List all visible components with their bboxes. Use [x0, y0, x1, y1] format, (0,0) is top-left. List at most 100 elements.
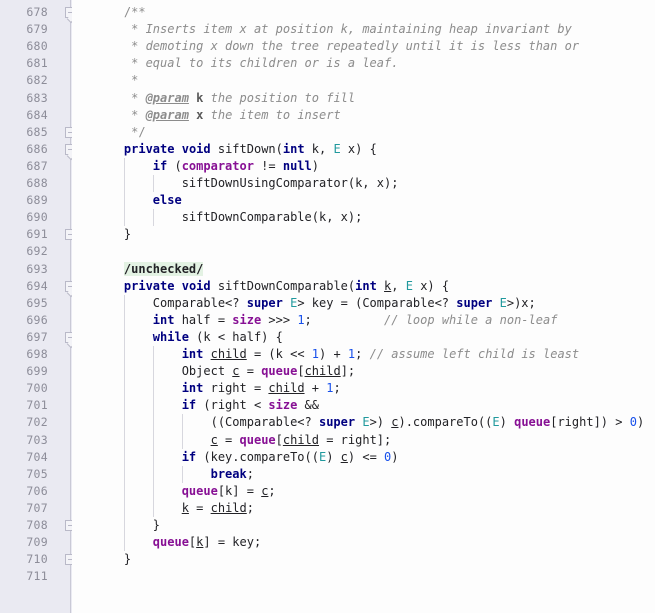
code-line-text[interactable]: k = child;	[95, 500, 254, 517]
token-kw: if	[181, 449, 197, 464]
code-line-text[interactable]: }	[95, 517, 160, 534]
code-line-text[interactable]: while (k < half) {	[95, 329, 283, 346]
token-cmt: // loop while a non-leaf	[384, 312, 558, 327]
code-line[interactable]: *	[72, 72, 655, 89]
token-plain: )	[499, 415, 515, 430]
line-number-gutter[interactable]: 678 679 680 681 682 683 684 685 686 687 688 689 690 6…	[0, 0, 76, 613]
code-editor[interactable]: 678 679 680 681 682 683 684 685 686 687 688 689 690 6…	[0, 0, 655, 613]
code-line[interactable]: break;	[72, 466, 655, 483]
token-cmtp: *	[131, 39, 146, 54]
token-plain: >)x;	[506, 295, 536, 310]
code-line[interactable]: queue[k] = c;	[72, 483, 655, 500]
code-line-text[interactable]: /**	[95, 4, 146, 21]
code-line-text[interactable]: * Inserts item x at position k, maintain…	[95, 21, 572, 38]
code-line[interactable]: int half = size >>> 1; // loop while a n…	[72, 312, 655, 329]
code-line[interactable]: private void siftDownComparable(int k, E…	[72, 278, 655, 295]
code-line-text[interactable]: }	[95, 551, 131, 568]
code-line-text[interactable]: else	[95, 192, 182, 209]
code-line-text[interactable]: int right = child + 1;	[95, 380, 341, 397]
token-type: E	[362, 415, 370, 430]
code-line-text[interactable]: if (right < size &&	[95, 397, 319, 414]
code-line-text[interactable]: }	[95, 226, 131, 243]
line-number: 701	[26, 398, 48, 413]
code-line-text[interactable]: int child = (k << 1) + 1; // assume left…	[95, 346, 579, 363]
token-kw: if	[181, 398, 197, 413]
code-content-area[interactable]: /** * Inserts item x at position k, main…	[72, 0, 655, 613]
code-line-text[interactable]: private void siftDown(int k, E x) {	[95, 141, 377, 158]
code-line-text[interactable]: queue[k] = key;	[95, 534, 261, 551]
code-line[interactable]: while (k < half) {	[72, 329, 655, 346]
line-number: 706	[26, 483, 48, 498]
code-line-text[interactable]: * @param x the item to insert	[95, 107, 341, 124]
token-local: c	[232, 364, 240, 379]
token-field: queue	[239, 432, 276, 447]
code-line-text[interactable]: if (comparator != null)	[95, 158, 319, 175]
token-cmtp: *	[131, 56, 146, 71]
line-number: 695	[26, 295, 48, 310]
line-number: 689	[26, 193, 48, 208]
code-line[interactable]: }	[72, 517, 655, 534]
code-line[interactable]: * Inserts item x at position k, maintain…	[72, 21, 655, 38]
code-line-text[interactable]: break;	[95, 466, 254, 483]
code-line[interactable]: k = child;	[72, 500, 655, 517]
code-line[interactable]: else	[72, 192, 655, 209]
code-line[interactable]: siftDownComparable(k, x);	[72, 209, 655, 226]
code-line[interactable]: if (right < size &&	[72, 397, 655, 414]
code-line[interactable]: private void siftDown(int k, E x) {	[72, 141, 655, 158]
code-line[interactable]: * demoting x down the tree repeatedly un…	[72, 38, 655, 55]
line-number: 704	[26, 449, 48, 464]
code-line[interactable]: */	[72, 124, 655, 141]
line-number: 709	[26, 535, 48, 550]
line-number: 687	[26, 158, 48, 173]
code-line-text[interactable]: * demoting x down the tree repeatedly un…	[95, 38, 579, 55]
code-line[interactable]: }	[72, 226, 655, 243]
token-cmtp: *	[131, 90, 146, 105]
token-anno: /unchecked/	[123, 261, 204, 276]
code-line[interactable]: int child = (k << 1) + 1; // assume left…	[72, 346, 655, 363]
code-line-text[interactable]: c = queue[child = right];	[95, 432, 392, 449]
code-line[interactable]: Comparable<? super E > key = (Comparable<…	[72, 295, 655, 312]
code-line-text[interactable]: queue[k] = c;	[95, 483, 276, 500]
code-line[interactable]: if (key.compareTo((E) c) <= 0)	[72, 449, 655, 466]
code-line[interactable]: * @param k the position to fill	[72, 90, 655, 107]
code-line[interactable]: /unchecked/	[72, 261, 655, 278]
code-line-text[interactable]: *	[95, 72, 138, 89]
code-line-text[interactable]: Object c = queue[child];	[95, 363, 355, 380]
token-kw: super	[456, 295, 493, 310]
token-plain: ];	[340, 364, 356, 379]
code-line-text[interactable]: siftDownComparable(k, x);	[95, 209, 363, 226]
code-line[interactable]: c = queue[child = right];	[72, 432, 655, 449]
code-line[interactable]: int right = child + 1;	[72, 380, 655, 397]
code-line[interactable]: siftDownUsingComparator(k, x);	[72, 175, 655, 192]
code-line[interactable]: }	[72, 551, 655, 568]
code-line[interactable]: ((Comparable<? super E>) c).compareTo((E…	[72, 414, 655, 431]
code-line-text[interactable]: Comparable<? super E > key = (Comparable<…	[95, 295, 536, 312]
code-line-text[interactable]: */	[95, 124, 145, 141]
code-line[interactable]	[72, 243, 655, 260]
token-plain: }	[95, 518, 161, 532]
code-line-text[interactable]: * @param k the position to fill	[95, 90, 355, 107]
code-line[interactable]: /**	[72, 4, 655, 21]
token-kw: break	[210, 466, 247, 481]
token-num: 1	[297, 312, 305, 327]
token-plain: }	[95, 552, 132, 567]
code-line[interactable]: * equal to its children or is a leaf.	[72, 55, 655, 72]
token-kw: void	[181, 141, 211, 156]
code-line-text[interactable]: private void siftDownComparable(int k, E…	[95, 278, 449, 295]
code-line-text[interactable]: if (key.compareTo((E) c) <= 0)	[95, 449, 399, 466]
token-plain: =	[188, 500, 211, 515]
code-line[interactable]: if (comparator != null)	[72, 158, 655, 175]
token-type: E	[405, 278, 413, 293]
code-line-text[interactable]: siftDownUsingComparator(k, x);	[95, 175, 399, 192]
code-line-text[interactable]: /unchecked/	[95, 261, 204, 278]
code-line[interactable]	[72, 568, 655, 585]
code-line-text[interactable]: * equal to its children or is a leaf.	[95, 55, 398, 72]
code-line[interactable]: Object c = queue[child];	[72, 363, 655, 380]
code-line[interactable]: queue[k] = key;	[72, 534, 655, 551]
code-line[interactable]: * @param x the item to insert	[72, 107, 655, 124]
code-line-text[interactable]: int half = size >>> 1; // loop while a n…	[95, 312, 558, 329]
code-line-text[interactable]: ((Comparable<? super E>) c).compareTo((E…	[95, 414, 645, 431]
